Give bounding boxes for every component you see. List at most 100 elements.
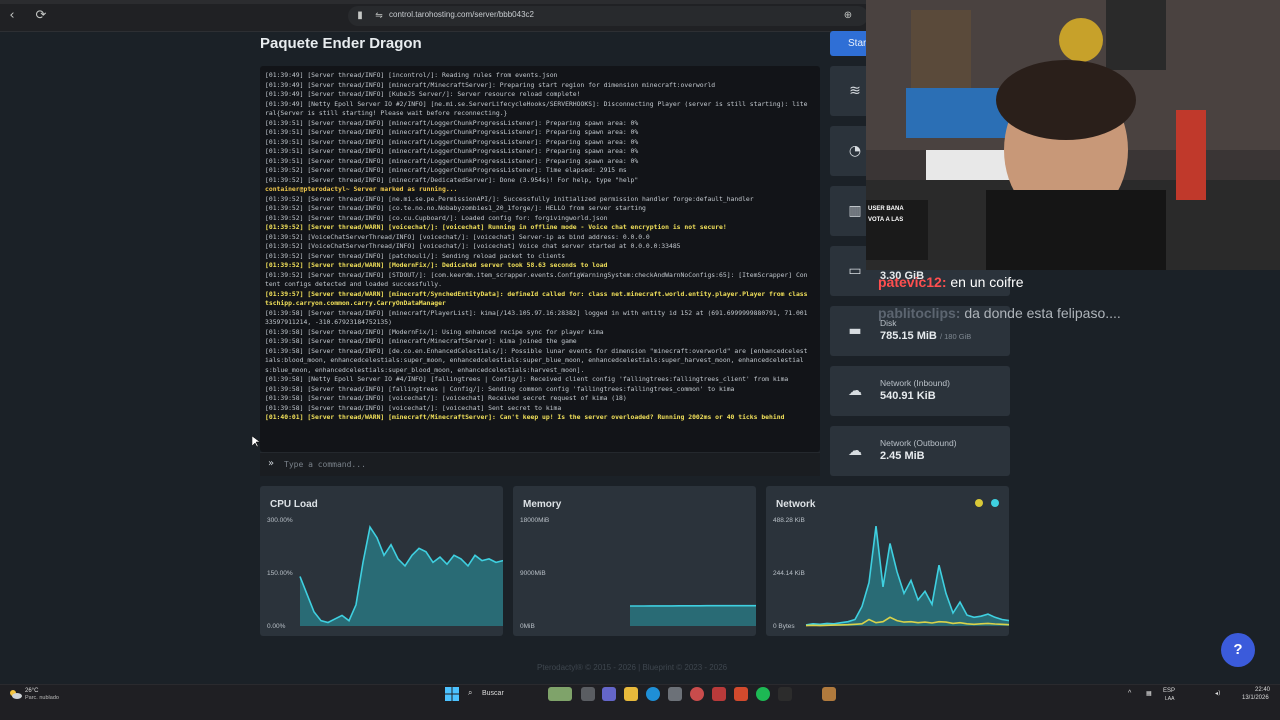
memory-graph-title: Memory <box>523 499 562 510</box>
console-line: [01:39:58] [Netty Epoll Server IO #4/INF… <box>265 375 789 383</box>
stat-card-network-out: ☁ Network (Outbound) 2.45 MiB <box>830 426 1010 476</box>
mouse-cursor-icon <box>252 436 260 447</box>
stat-sub: / 180 GiB <box>939 332 972 341</box>
console-line: [01:39:52] [Server thread/INFO] [patchou… <box>265 251 566 260</box>
console-line: [01:39:52] [Server thread/INFO] [STDOUT/… <box>265 270 808 289</box>
y-tick-label: 0 Bytes <box>773 623 795 630</box>
brave-icon[interactable] <box>734 687 748 701</box>
widget-icon[interactable] <box>548 687 572 701</box>
search-icon: ⌕ <box>468 688 473 697</box>
series-area <box>300 527 503 626</box>
spotify-icon[interactable] <box>756 687 770 701</box>
network-legend <box>975 499 999 507</box>
console-line: [01:39:58] [Server thread/INFO] [de.co.e… <box>265 346 808 374</box>
y-tick-label: 150.00% <box>267 570 293 577</box>
memory-chart: 18000MiB 9000MiB 0MiB <box>520 517 756 630</box>
hdd-icon: ▬ <box>848 323 862 339</box>
console-line: [01:39:51] [Server thread/INFO] [minecra… <box>265 118 639 127</box>
chat-username: patevic12: <box>878 274 947 290</box>
zoom-icon[interactable]: ⊕ <box>840 8 856 24</box>
chat-message: patevic12: en un coifre <box>878 274 1024 290</box>
bookmark-icon[interactable]: ▮ <box>352 8 368 24</box>
windows-start-icon[interactable] <box>445 687 459 701</box>
stat-label: Network (Outbound) <box>880 438 957 448</box>
reload-icon[interactable]: ⟳ <box>33 8 49 24</box>
app-icon-2[interactable] <box>712 687 726 701</box>
console-line: container@pterodactyl~ Server marked as … <box>265 185 458 193</box>
task-view-icon[interactable] <box>581 687 595 701</box>
stat-value: 785.15 MiB <box>880 330 937 342</box>
footer-copyright: Pterodactyl® © 2015 - 2026 | Blueprint ©… <box>537 663 728 672</box>
tray-date[interactable]: 13/1/2026 <box>1242 695 1269 701</box>
network-graph-card: Network 488.28 KiB 244.14 KiB 0 Bytes <box>766 486 1009 636</box>
y-tick-label: 18000MiB <box>520 517 549 524</box>
upload-dot-icon <box>991 499 999 507</box>
app-icon-3[interactable] <box>822 687 836 701</box>
memory-graph-card: Memory 18000MiB 9000MiB 0MiB <box>513 486 756 636</box>
console-line: [01:39:52] [VoiceChatServerThread/INFO] … <box>265 232 650 241</box>
console-line: [01:39:52] [Server thread/INFO] [co.cu.C… <box>265 213 608 222</box>
url-text[interactable]: control.tarohosting.com/server/bbb043c2 <box>389 10 534 19</box>
edge-icon[interactable] <box>646 687 660 701</box>
y-tick-label: 244.14 KiB <box>773 570 805 577</box>
console-line: [01:39:52] [Server thread/WARN] [ModernF… <box>265 261 608 269</box>
help-button[interactable]: ? <box>1221 633 1255 667</box>
chat-text: da donde esta felipaso.... <box>964 305 1121 321</box>
webcam-overlay-text-1: USER BANA <box>868 206 904 212</box>
site-info-icon[interactable]: ⇋ <box>371 8 387 24</box>
clock-icon: ◔ <box>848 143 862 159</box>
console-line: [01:39:52] [Server thread/INFO] [minecra… <box>265 175 639 184</box>
cloud-upload-icon: ☁ <box>848 443 862 459</box>
back-icon[interactable]: ‹ <box>4 8 20 24</box>
console-line: [01:39:58] [Server thread/INFO] [falling… <box>265 384 735 393</box>
console-line: [01:39:58] [Server thread/INFO] [minecra… <box>265 337 577 345</box>
console-line: [01:39:52] [Server thread/INFO] [co.te.n… <box>265 204 646 212</box>
webcam-image <box>866 0 1280 270</box>
weather-temp[interactable]: 26°C <box>25 688 38 694</box>
y-tick-label: 0.00% <box>267 623 286 630</box>
chevron-right-icon: » <box>268 458 275 469</box>
console-line: [01:39:58] [Server thread/INFO] [voicech… <box>265 403 562 412</box>
cpu-graph-card: CPU Load 300.00% 150.00% 0.00% <box>260 486 503 636</box>
stat-value-wrap: 785.15 MiB / 180 GiB <box>880 330 971 342</box>
console-line: [01:39:49] [Server thread/INFO] [minecra… <box>265 80 716 89</box>
console-line: [01:39:51] [Server thread/INFO] [minecra… <box>265 147 639 155</box>
y-tick-label: 9000MiB <box>520 570 546 577</box>
console-line: [01:39:58] [Server thread/INFO] [minecra… <box>265 308 808 327</box>
teams-icon[interactable] <box>602 687 616 701</box>
series-area <box>630 605 756 626</box>
taskbar-search-label[interactable]: Buscar <box>482 690 504 697</box>
command-input[interactable] <box>284 458 804 470</box>
app-icon[interactable] <box>668 687 682 701</box>
file-explorer-icon[interactable] <box>624 687 638 701</box>
console-lines: [01:39:49] [Server thread/INFO] [incontr… <box>265 71 809 423</box>
chrome-icon[interactable] <box>690 687 704 701</box>
cpu-chart: 300.00% 150.00% 0.00% <box>267 517 503 630</box>
console-line: [01:39:52] [Server thread/INFO] [minecra… <box>265 166 627 174</box>
stat-card-network-in: ☁ Network (Inbound) 540.91 KiB <box>830 366 1010 416</box>
series-area <box>806 526 1009 626</box>
chat-username: pablitoclips: <box>878 305 961 321</box>
stat-value-wrap: 2.45 MiB <box>880 450 925 462</box>
weather-icon[interactable] <box>8 688 22 700</box>
tray-network-icon[interactable]: ▦ <box>1146 690 1152 697</box>
console-line: [01:39:49] [Server thread/INFO] [KubeJS … <box>265 90 581 98</box>
tray-lang[interactable]: ESP <box>1163 688 1175 694</box>
tray-time[interactable]: 22:40 <box>1255 687 1270 693</box>
console-output: [01:39:49] [Server thread/INFO] [incontr… <box>260 66 820 452</box>
terminal-icon[interactable] <box>778 687 792 701</box>
memory-icon: ▭ <box>848 263 862 279</box>
chat-text: en un coifre <box>950 274 1024 290</box>
console-line: [01:39:58] [Server thread/INFO] [ModernF… <box>265 327 604 336</box>
tray-lang-sub[interactable]: LAA <box>1165 696 1174 702</box>
console-line: [01:40:01] [Server thread/WARN] [minecra… <box>265 413 785 421</box>
tray-volume-icon[interactable]: ◂) <box>1215 690 1220 697</box>
chip-icon: ▥ <box>848 203 862 219</box>
download-dot-icon <box>975 499 983 507</box>
start-button[interactable]: Start <box>830 31 870 56</box>
console-line: [01:39:52] [VoiceChatServerThread/INFO] … <box>265 242 681 250</box>
weather-desc[interactable]: Parc. nublado <box>25 695 59 701</box>
console-line: [01:39:51] [Server thread/INFO] [minecra… <box>265 156 639 165</box>
console-line: [01:39:57] [Server thread/WARN] [minecra… <box>265 289 812 308</box>
tray-arrow-icon[interactable]: ^ <box>1128 690 1131 697</box>
